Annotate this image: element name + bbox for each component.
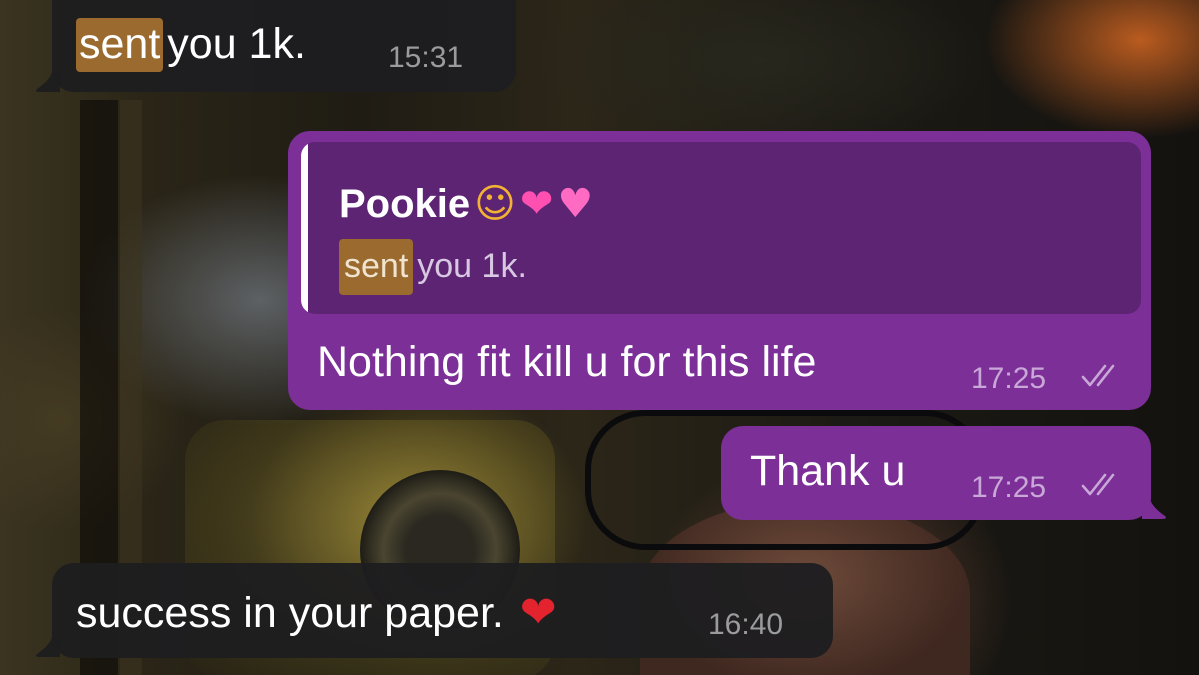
- message-bubble-incoming[interactable]: success in your paper. ❤ 16:40: [52, 563, 833, 658]
- message-time: 16:40: [708, 608, 784, 641]
- message-text: Thank u: [750, 447, 906, 495]
- message-text-rest: you 1k.: [167, 20, 306, 68]
- two-hearts-emoji: ♥: [557, 181, 594, 227]
- double-check-icon: [1081, 473, 1115, 496]
- reply-text: sent you 1k.: [339, 239, 527, 295]
- message-bubble-incoming[interactable]: sent you 1k. 15:31: [52, 0, 516, 92]
- message-text-main: success in your paper.: [76, 589, 504, 637]
- sparkling-heart-emoji: ❤: [519, 181, 554, 227]
- reply-quote[interactable]: Pookie ☺ ❤ ♥ sent you 1k.: [301, 142, 1141, 314]
- red-heart-emoji: ❤: [519, 587, 557, 638]
- message-bubble-outgoing[interactable]: Pookie ☺ ❤ ♥ sent you 1k. Nothing fit kill u…: [288, 131, 1151, 410]
- bubble-tail-incoming: [36, 72, 60, 92]
- reply-quote-bar: [301, 142, 308, 314]
- reply-sender-label: Pookie: [339, 182, 471, 226]
- reply-text-rest: you 1k.: [417, 247, 527, 285]
- message-text: sent you 1k.: [76, 18, 306, 72]
- kissing-face-emoji: ☺: [474, 181, 516, 227]
- bubble-tail-outgoing: [1142, 499, 1166, 519]
- reply-sender-name: Pookie ☺ ❤ ♥: [339, 184, 593, 224]
- bubble-tail-incoming: [36, 637, 60, 657]
- message-time: 17:25: [971, 471, 1047, 504]
- highlighted-word: sent: [76, 18, 164, 72]
- message-text: Nothing fit kill u for this life: [317, 338, 817, 386]
- double-check-icon: [1081, 364, 1115, 387]
- message-bubble-outgoing[interactable]: Thank u 17:25: [721, 426, 1151, 520]
- message-text: success in your paper. ❤: [76, 591, 557, 635]
- message-time: 15:31: [388, 41, 464, 74]
- message-time: 17:25: [971, 362, 1047, 395]
- highlighted-word: sent: [339, 239, 414, 295]
